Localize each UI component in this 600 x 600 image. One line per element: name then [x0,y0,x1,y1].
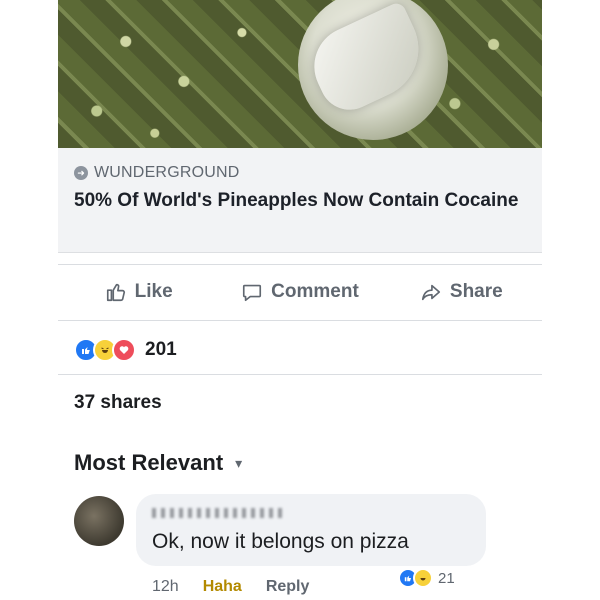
comment-label: Comment [271,281,359,302]
love-icon [112,338,136,362]
comment-text: Ok, now it belongs on pizza [152,530,409,553]
comment-button[interactable]: Comment [219,281,380,303]
comment-reaction-summary[interactable]: 21 [398,568,455,588]
chevron-down-icon: ▾ [235,454,243,471]
comment-sort-dropdown[interactable]: Most Relevant ▾ [74,450,242,476]
like-button[interactable]: Like [58,281,219,303]
reply-button[interactable]: Reply [266,578,310,596]
divider [58,320,542,321]
comment-bubble-icon [243,284,262,302]
haha-reaction-button[interactable]: Haha [203,578,242,596]
thumbs-up-icon [106,283,125,302]
article-image[interactable] [58,0,542,148]
source-row: ➜ WUNDERGROUND [74,164,240,182]
reaction-count: 201 [145,339,177,360]
comment-bubble: Ok, now it belongs on pizza [136,494,486,566]
comment-time[interactable]: 12h [152,578,179,596]
share-button[interactable]: Share [381,281,542,303]
avatar[interactable] [74,496,124,546]
divider [58,374,542,375]
reaction-summary[interactable]: 201 [74,338,177,362]
like-label: Like [134,281,173,302]
globe-icon: ➜ [74,166,88,180]
comment-reaction-count: 21 [438,569,455,587]
share-arrow-icon [421,284,440,301]
source-name: WUNDERGROUND [94,164,240,181]
share-label: Share [449,281,503,302]
comment-meta: 12h Haha Reply [152,578,333,596]
action-bar: Like Comment Share [58,264,542,320]
article-headline[interactable]: 50% Of World's Pineapples Now Contain Co… [74,188,524,214]
sort-label: Most Relevant [74,450,224,475]
blurred-commenter-name [152,508,282,518]
shares-count[interactable]: 37 shares [74,392,162,414]
link-preview[interactable]: ➜ WUNDERGROUND 50% Of World's Pineapples… [58,148,542,253]
haha-icon [413,568,433,588]
